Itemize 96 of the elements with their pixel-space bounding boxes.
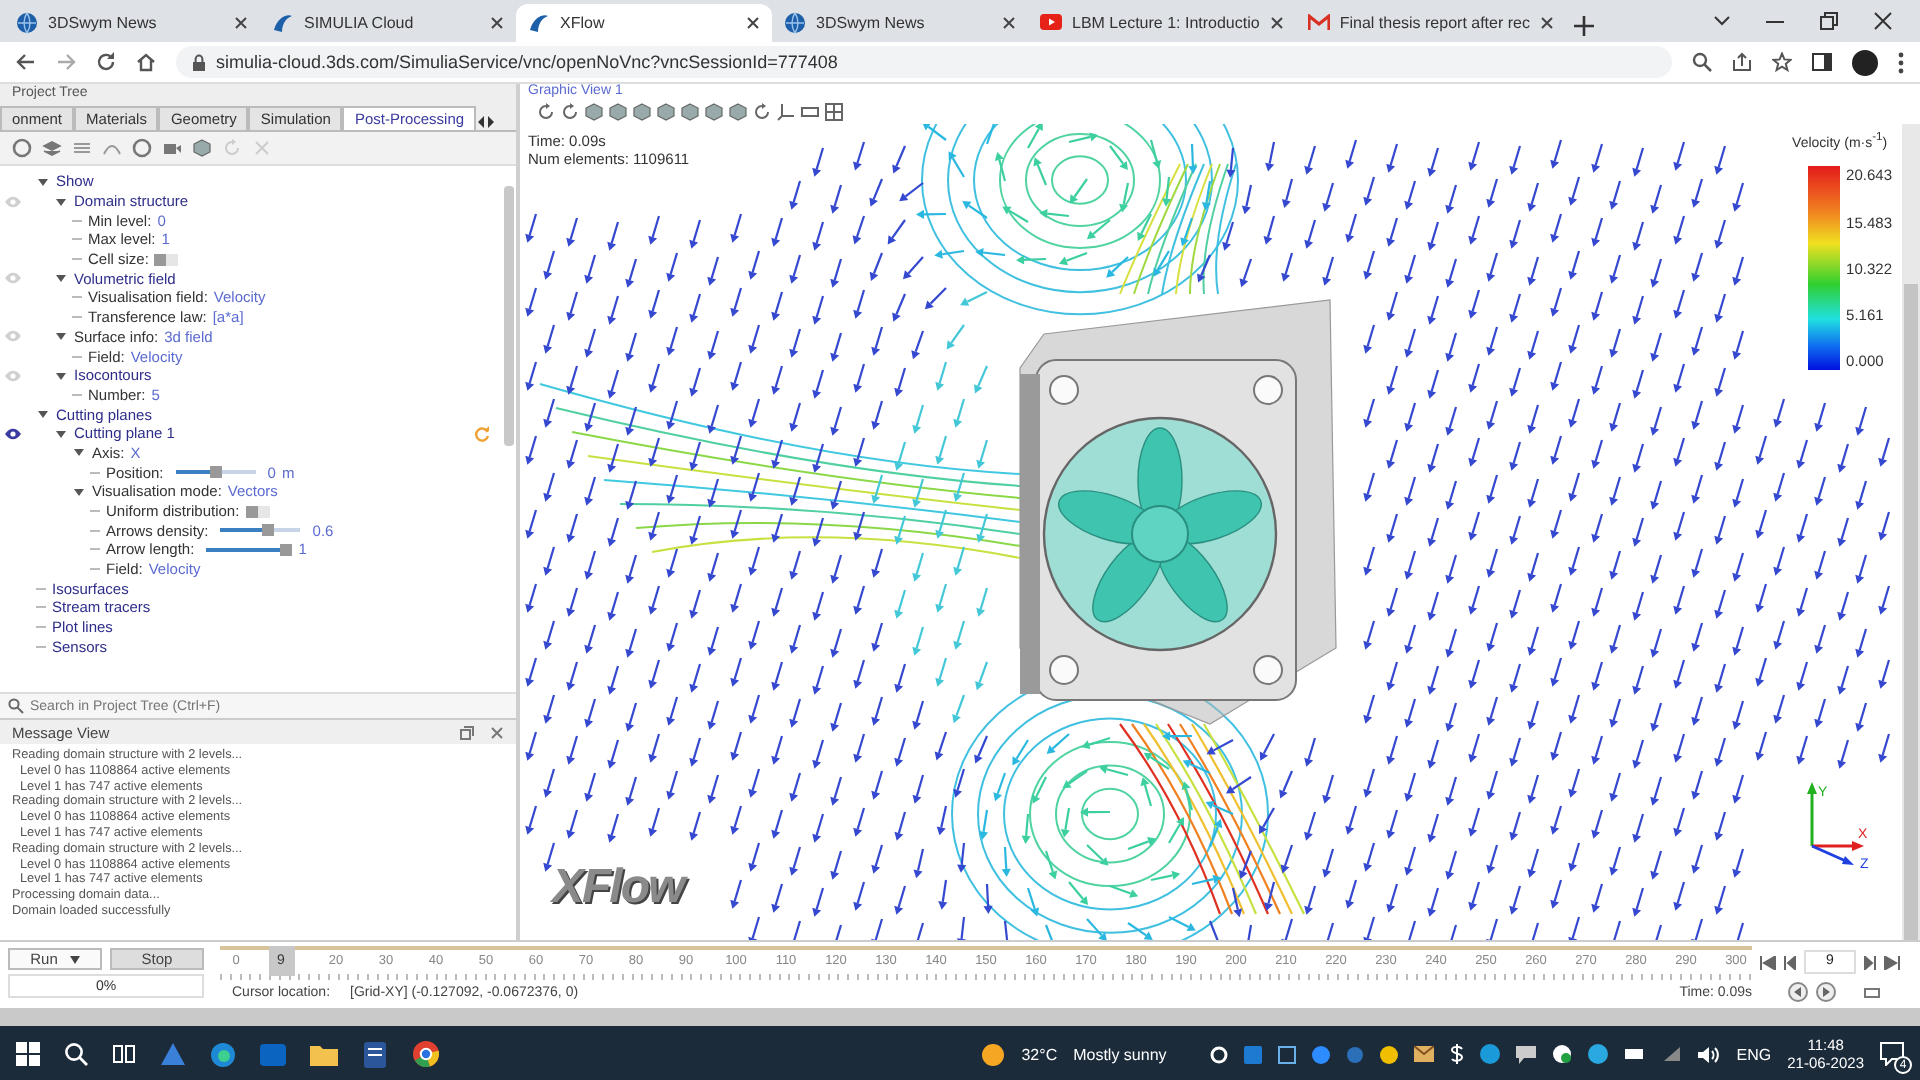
expander-icon[interactable] xyxy=(72,485,86,498)
grid-icon[interactable] xyxy=(824,102,844,122)
target-icon[interactable] xyxy=(132,138,152,158)
close-icon[interactable] xyxy=(1539,16,1554,30)
toggle-switch[interactable] xyxy=(154,253,179,266)
float-icon[interactable] xyxy=(460,725,474,739)
sun-icon xyxy=(979,1041,1006,1067)
close-icon[interactable] xyxy=(1002,16,1016,30)
browser-tab[interactable]: Final thesis report after rec xyxy=(1295,4,1566,42)
share-icon[interactable] xyxy=(1732,52,1752,72)
scrollbar[interactable] xyxy=(1902,124,1920,940)
slider-thumb[interactable] xyxy=(209,466,222,479)
expander-icon[interactable] xyxy=(54,272,68,285)
undo-icon[interactable] xyxy=(560,102,580,122)
new-tab-icon[interactable] xyxy=(1573,16,1594,36)
close-icon[interactable] xyxy=(490,16,504,30)
restore-icon[interactable] xyxy=(1820,12,1838,30)
browser-tab[interactable]: SIMULIA Cloud xyxy=(260,4,516,42)
browser-tab[interactable]: XFlow xyxy=(516,4,772,42)
layers-icon[interactable] xyxy=(42,138,62,158)
minimize-icon[interactable] xyxy=(1766,19,1784,23)
reload-icon[interactable] xyxy=(96,52,116,72)
zoom-icon[interactable] xyxy=(1692,52,1712,72)
camera-icon[interactable] xyxy=(162,138,182,158)
star-icon[interactable] xyxy=(1772,52,1792,72)
speaker-icon[interactable] xyxy=(1698,1045,1721,1063)
expander-icon[interactable] xyxy=(72,446,86,459)
search-icon[interactable] xyxy=(64,1042,88,1066)
globe-icon xyxy=(784,12,806,34)
toggle-switch[interactable] xyxy=(245,505,270,518)
expander-icon[interactable] xyxy=(36,408,50,421)
lines-icon[interactable] xyxy=(72,138,92,158)
expander-icon[interactable] xyxy=(54,330,68,343)
dollar-tray-icon[interactable] xyxy=(1450,1044,1465,1064)
eye-icon[interactable] xyxy=(3,427,21,440)
expander-icon[interactable] xyxy=(54,195,68,208)
play-back-icon[interactable] xyxy=(1788,982,1808,1002)
temperature-label: 32°C xyxy=(1021,1045,1058,1063)
app-logo: XFlow xyxy=(552,860,684,916)
first-frame-icon[interactable] xyxy=(1760,955,1776,969)
expander-icon[interactable] xyxy=(54,369,68,382)
slider[interactable] xyxy=(200,543,293,556)
last-frame-icon[interactable] xyxy=(1884,955,1900,969)
notification-icon xyxy=(1880,1042,1904,1066)
browser-tab[interactable]: 3DSwym News xyxy=(772,4,1028,42)
expander-icon[interactable] xyxy=(54,427,68,440)
window-tray-icon[interactable] xyxy=(1278,1045,1297,1063)
wifi-icon[interactable] xyxy=(1662,1046,1683,1062)
shield-tray-icon[interactable] xyxy=(1552,1044,1573,1064)
horizontal-scrollbar[interactable] xyxy=(0,1008,1920,1026)
triangle-app-icon[interactable] xyxy=(160,1042,186,1066)
chevron-down-icon[interactable] xyxy=(1714,16,1730,26)
close-icon[interactable] xyxy=(746,16,760,30)
windows-logo-icon[interactable] xyxy=(16,1042,40,1066)
browser-tab[interactable]: LBM Lecture 1: Introductio xyxy=(1028,4,1296,42)
axis-triad-drawing xyxy=(1807,782,1864,865)
mail-icon xyxy=(1307,14,1330,32)
ds-logo-icon xyxy=(272,12,294,34)
folder-icon[interactable] xyxy=(310,1042,338,1066)
cube-icon[interactable] xyxy=(192,138,212,158)
video-play-icon xyxy=(1040,14,1062,32)
weather-label: Mostly sunny xyxy=(1073,1045,1167,1063)
chrome-icon[interactable] xyxy=(412,1040,440,1068)
home-icon[interactable] xyxy=(136,52,156,72)
browser-app-icon[interactable] xyxy=(210,1041,236,1067)
outlook-tray-icon[interactable] xyxy=(1244,1045,1263,1063)
task-view-icon[interactable] xyxy=(112,1042,136,1066)
browser-tab[interactable]: 3DSwym News xyxy=(4,4,260,42)
lock-icon xyxy=(192,53,206,71)
reset-icon[interactable] xyxy=(752,102,772,122)
avatar-icon[interactable] xyxy=(1852,49,1878,75)
envelope-tray-icon[interactable] xyxy=(1414,1046,1435,1062)
expander-icon[interactable] xyxy=(36,175,50,188)
more-menu-icon[interactable] xyxy=(1898,51,1904,73)
previous-frame-icon[interactable] xyxy=(1784,955,1796,969)
caret-icon xyxy=(69,955,80,963)
address-bar[interactable]: simulia-cloud.3ds.com/SimuliaService/vnc/openNoVnc?vncSessionId=777408 xyxy=(176,46,1672,78)
language-indicator[interactable]: ENG xyxy=(1736,1045,1772,1063)
search-icon xyxy=(8,698,24,714)
globe-icon xyxy=(16,12,38,34)
scrollbar[interactable] xyxy=(504,186,514,446)
ds-logo-icon xyxy=(528,12,550,34)
battery-icon[interactable] xyxy=(1624,1048,1647,1060)
close-icon[interactable] xyxy=(234,16,248,30)
tab-scroll-icon[interactable] xyxy=(476,114,497,130)
sphere-icon[interactable] xyxy=(12,138,32,158)
next-frame-icon[interactable] xyxy=(1864,955,1876,969)
chat-tray-icon[interactable] xyxy=(1516,1045,1537,1063)
side-panel-icon[interactable] xyxy=(1812,52,1832,72)
document-app-icon[interactable] xyxy=(362,1041,388,1067)
axis-icon[interactable] xyxy=(776,102,796,122)
close-icon[interactable] xyxy=(1874,12,1892,30)
close-icon[interactable] xyxy=(1269,16,1284,30)
rotate-icon[interactable] xyxy=(536,102,556,122)
back-arrow-icon[interactable] xyxy=(16,52,36,72)
play-icon[interactable] xyxy=(1816,982,1836,1002)
